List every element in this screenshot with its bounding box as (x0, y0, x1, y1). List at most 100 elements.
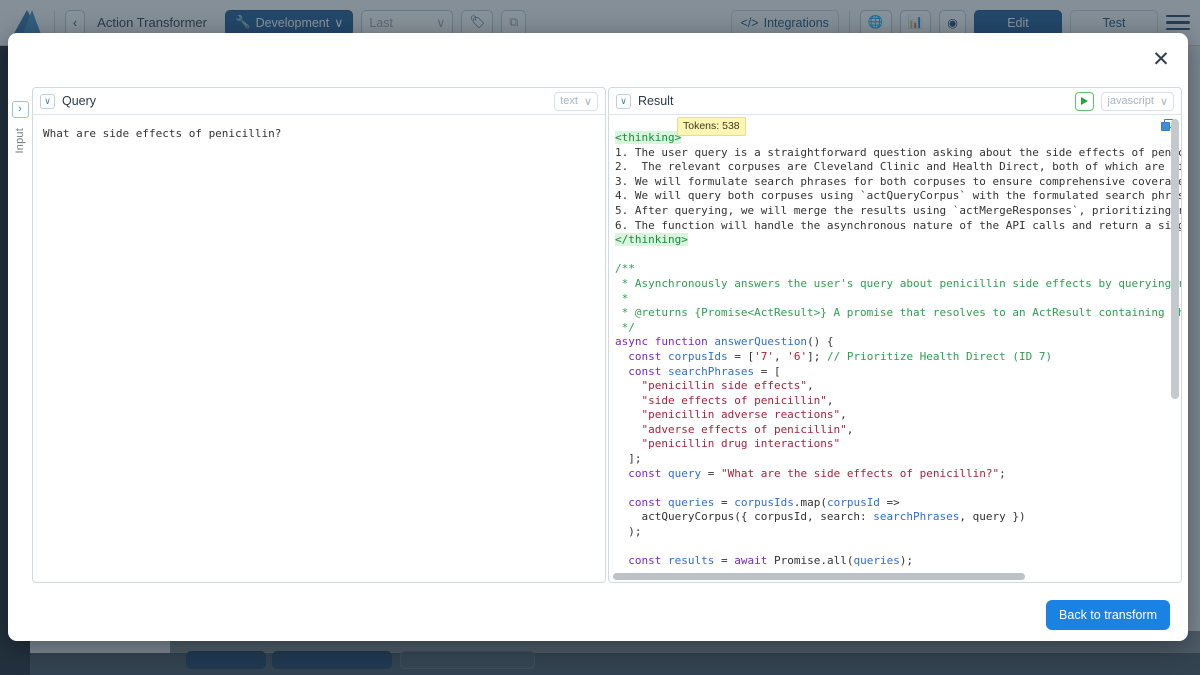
result-horizontal-scrollbar[interactable] (613, 573, 1025, 580)
code-token: ); (900, 554, 913, 567)
code-token: , (807, 379, 814, 392)
code-token: const (615, 350, 668, 363)
modal-topbar: ✕ (8, 33, 1188, 83)
code-token: "adverse effects of penicillin" (615, 423, 847, 436)
code-token: <thinking> (615, 131, 681, 144)
code-token: Promise.all( (774, 554, 853, 567)
code-token: .map( (794, 496, 827, 509)
code-token: , (847, 423, 854, 436)
code-token: await (734, 554, 774, 567)
code-token: corpusIds (668, 350, 728, 363)
back-to-transform-button[interactable]: Back to transform (1046, 600, 1170, 630)
code-token: "side effects of penicillin" (615, 394, 827, 407)
code-line: async function answerQuestion() { (615, 335, 1181, 350)
code-line: "adverse effects of penicillin", (615, 423, 1181, 438)
code-token: = (714, 554, 734, 567)
result-code-block[interactable]: <thinking> 1. The user query is a straigh… (609, 115, 1181, 582)
code-token: * (615, 292, 628, 305)
code-line: "penicillin drug interactions" (615, 437, 1181, 452)
code-token: const (615, 496, 668, 509)
result-pane: ∨ Result javascript ∨ Tokens: 538 <think… (608, 87, 1182, 583)
query-format-value: text (560, 95, 578, 107)
code-token: * @returns {Promise<ActResult>} A promis… (615, 306, 1181, 319)
code-token: = (701, 467, 721, 480)
test-result-modal: ✕ › Input ∨ Query text ∨ What are side e… (8, 33, 1188, 641)
result-language-value: javascript (1107, 95, 1153, 107)
code-token: 3. We will formulate search phrases for … (615, 175, 1181, 188)
close-icon[interactable]: ✕ (1150, 49, 1172, 71)
code-line: actQueryCorpus({ corpusId, search: searc… (615, 510, 1181, 525)
query-format-select[interactable]: text ∨ (554, 92, 598, 111)
code-token: , (774, 350, 787, 363)
code-line: 6. The function will handle the asynchro… (615, 219, 1181, 234)
code-line: */ (615, 321, 1181, 336)
code-token: ]; (615, 452, 642, 465)
code-token: const (615, 365, 668, 378)
code-token: = [ (728, 350, 755, 363)
query-pane-body[interactable]: What are side effects of penicillin? (33, 115, 605, 582)
code-token: </thinking> (615, 233, 688, 246)
code-token: actQueryCorpus({ corpusId, search: (615, 510, 873, 523)
chevron-down-icon: ∨ (1160, 95, 1168, 108)
input-gutter: › Input (8, 83, 32, 589)
code-token: async function (615, 335, 714, 348)
code-token: '6' (787, 350, 807, 363)
result-pane-body[interactable]: Tokens: 538 <thinking> 1. The user query … (609, 115, 1181, 582)
chevron-down-icon: ∨ (584, 95, 592, 108)
code-token: queries (853, 554, 899, 567)
code-line: * Asynchronously answers the user's quer… (615, 277, 1181, 292)
code-token: 5. After querying, we will merge the res… (615, 204, 1181, 217)
result-pane-header: ∨ Result javascript ∨ (609, 88, 1181, 115)
code-token: const (615, 467, 668, 480)
query-pane-header: ∨ Query text ∨ (33, 88, 605, 115)
code-token: */ (615, 321, 635, 334)
code-token: "penicillin side effects" (615, 379, 807, 392)
code-line: const searchPhrases = [ (615, 365, 1181, 380)
result-collapse-chevron-icon[interactable]: ∨ (616, 94, 631, 109)
code-token: , (827, 394, 834, 407)
code-line (615, 540, 1181, 555)
code-line: 3. We will formulate search phrases for … (615, 175, 1181, 190)
modal-footer: Back to transform (8, 589, 1188, 641)
code-token: "penicillin adverse reactions" (615, 408, 840, 421)
code-line: /** (615, 262, 1181, 277)
code-token: 4. We will query both corpuses using `ac… (615, 189, 1181, 202)
code-token: 1. The user query is a straightforward q… (615, 146, 1181, 159)
code-line: ]; (615, 452, 1181, 467)
code-token: * Asynchronously answers the user's quer… (615, 277, 1181, 290)
code-line: const queries = corpusIds.map(corpusId =… (615, 496, 1181, 511)
code-line: 5. After querying, we will merge the res… (615, 204, 1181, 219)
code-line: 2. The relevant corpuses are Cleveland C… (615, 160, 1181, 175)
tokens-badge: Tokens: 538 (677, 117, 746, 136)
code-token: 6. The function will handle the asynchro… (615, 219, 1181, 232)
code-token: corpusIds (734, 496, 794, 509)
code-line (615, 248, 1181, 263)
query-pane: ∨ Query text ∨ What are side effects of … (32, 87, 606, 583)
query-input-text[interactable]: What are side effects of penicillin? (33, 115, 605, 154)
result-pane-title: Result (638, 94, 673, 108)
code-token: = (714, 496, 734, 509)
code-token: queries (668, 496, 714, 509)
code-token: searchPhrases (873, 510, 959, 523)
code-token: ]; (807, 350, 827, 363)
code-token: ); (615, 525, 642, 538)
expand-panel-button[interactable]: › (12, 101, 29, 118)
code-token: results (668, 554, 714, 567)
code-token: /** (615, 262, 635, 275)
code-line: </thinking> (615, 233, 1181, 248)
code-line: const corpusIds = ['7', '6']; // Priorit… (615, 350, 1181, 365)
result-vertical-scrollbar[interactable] (1171, 119, 1179, 399)
code-line: const query = "What are the side effects… (615, 467, 1181, 482)
code-token: answerQuestion (714, 335, 807, 348)
code-token: () { (807, 335, 834, 348)
code-line: 4. We will query both corpuses using `ac… (615, 189, 1181, 204)
code-token: , query }) (959, 510, 1025, 523)
code-token: = [ (754, 365, 781, 378)
query-collapse-chevron-icon[interactable]: ∨ (40, 94, 55, 109)
play-icon[interactable] (1075, 92, 1094, 111)
result-language-select[interactable]: javascript ∨ (1101, 92, 1174, 111)
modal-panes: › Input ∨ Query text ∨ What are side eff… (8, 83, 1188, 589)
code-token: '7' (754, 350, 774, 363)
code-token: const (615, 554, 668, 567)
code-token: , (840, 408, 847, 421)
